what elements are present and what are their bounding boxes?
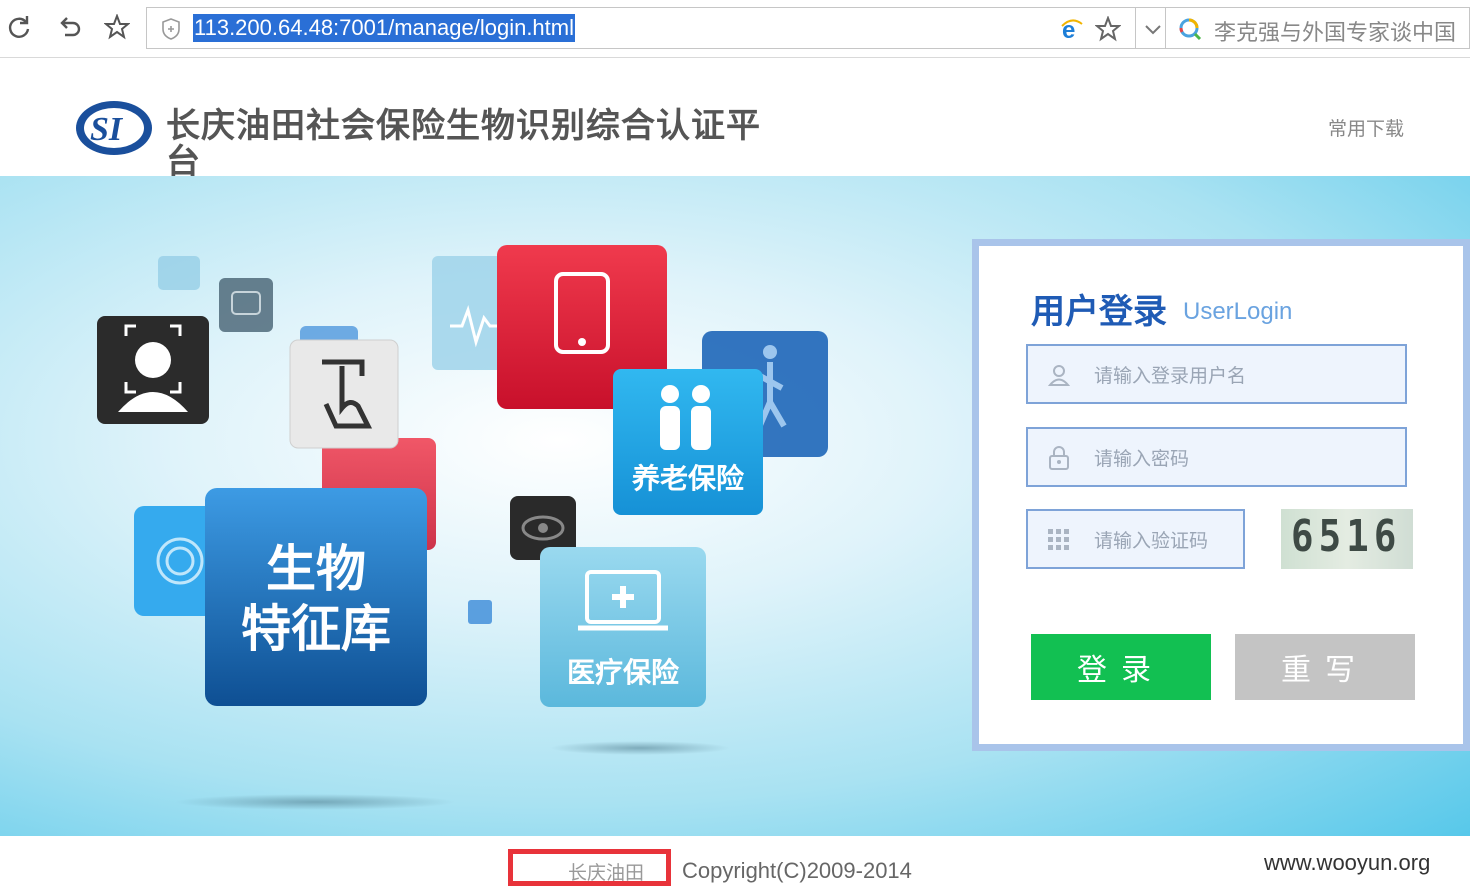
footer-company: 长庆油田: [568, 862, 645, 884]
banner-illustration: 生物 特征库 养老保险 医疗保险: [97, 245, 828, 810]
faded-tile: [158, 256, 200, 290]
login-panel: 用户登录 UserLogin 请输入登录用户名 请输入密码 请输入验证码 651…: [972, 239, 1470, 751]
ie-compat-icon[interactable]: e: [1059, 16, 1085, 42]
security-shield-icon: [162, 18, 180, 40]
refresh-icon[interactable]: [4, 12, 34, 42]
search-box[interactable]: 李克强与外国专家谈中国: [1166, 7, 1470, 49]
captcha-code: 6516: [1291, 511, 1402, 562]
login-title: 用户登录: [1031, 292, 1167, 332]
address-bar[interactable]: 113.200.64.48:7001/manage/login.html e: [146, 7, 1166, 49]
floor-shadow: [175, 794, 455, 810]
search-engine-icon: [1179, 18, 1202, 41]
url-divider: [1135, 8, 1136, 48]
login-button[interactable]: 登录: [1031, 634, 1211, 700]
eye-scan-tile: [219, 278, 273, 332]
faded-square: [468, 600, 492, 624]
site-title: 长庆油田社会保险生物识别综合认证平台: [166, 106, 761, 182]
footer-copyright: Copyright(C)2009-2014: [682, 858, 912, 883]
logo-text: SI: [90, 111, 124, 148]
tile-medical-label: 医疗保险: [567, 656, 680, 689]
tile-biometric-line2: 特征库: [241, 600, 391, 658]
chevron-down-icon[interactable]: [1142, 18, 1164, 40]
password-field[interactable]: 请输入密码: [1026, 427, 1407, 487]
search-query-text[interactable]: 李克强与外国专家谈中国: [1214, 15, 1456, 47]
bookmark-star-icon[interactable]: [102, 12, 132, 42]
captcha-placeholder: 请输入验证码: [1094, 530, 1209, 552]
favorite-star-icon[interactable]: [1095, 16, 1121, 42]
login-subtitle: UserLogin: [1183, 298, 1293, 325]
undo-icon[interactable]: [54, 12, 84, 42]
page-footer: 长庆油田 Copyright(C)2009-2014 www.wooyun.or…: [0, 836, 1470, 892]
face-icon: [135, 342, 171, 378]
login-form: 用户登录 UserLogin 请输入登录用户名 请输入密码 请输入验证码 651…: [979, 246, 1463, 744]
watermark-text: www.wooyun.org: [1264, 850, 1431, 875]
username-placeholder: 请输入登录用户名: [1094, 365, 1247, 387]
reset-button[interactable]: 重写: [1235, 634, 1415, 700]
lock-icon: [1049, 446, 1069, 470]
user-icon: [1047, 365, 1071, 386]
captcha-field[interactable]: 请输入验证码: [1026, 509, 1245, 569]
browser-toolbar: 113.200.64.48:7001/manage/login.html e 李…: [0, 0, 1470, 58]
social-insurance-logo: SI: [76, 101, 152, 155]
url-text[interactable]: 113.200.64.48:7001/manage/login.html: [193, 14, 575, 42]
captcha-image[interactable]: 6516: [1281, 509, 1413, 569]
tile-pension-label: 养老保险: [632, 462, 745, 495]
tile-biometric-line1: 生物: [266, 540, 366, 598]
floor-shadow: [550, 741, 730, 755]
grid-icon: [1048, 529, 1069, 550]
page-header: SI 长庆油田社会保险生物识别综合认证平台 常用下载: [0, 58, 1470, 180]
downloads-link[interactable]: 常用下载: [1328, 114, 1404, 141]
username-field[interactable]: 请输入登录用户名: [1026, 344, 1407, 404]
password-placeholder: 请输入密码: [1094, 448, 1190, 470]
